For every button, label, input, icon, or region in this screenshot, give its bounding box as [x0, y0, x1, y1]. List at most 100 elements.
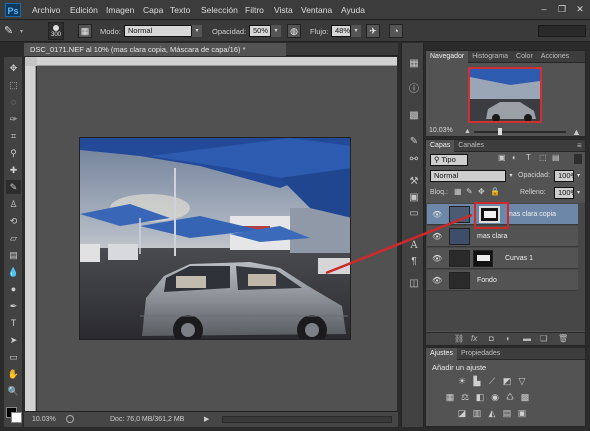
- layer-name[interactable]: mas clara copia: [507, 211, 556, 218]
- lock-position-icon[interactable]: ✥: [478, 187, 485, 196]
- filter-smart-object-icon[interactable]: ▤: [552, 153, 560, 162]
- history-brush-tool-icon[interactable]: ⟲: [6, 214, 21, 228]
- tab-capas[interactable]: Capas: [426, 140, 455, 152]
- tool-presets-icon[interactable]: ⚒: [407, 175, 421, 189]
- horizontal-scrollbar[interactable]: [222, 416, 392, 423]
- panel-menu-icon[interactable]: ≡: [577, 141, 582, 150]
- zoom-level[interactable]: 10.03%: [32, 412, 56, 427]
- gradient-map-icon[interactable]: ▤: [501, 408, 513, 419]
- threshold-icon[interactable]: ◭: [486, 408, 498, 419]
- navigator-zoom-slider[interactable]: [474, 131, 566, 133]
- posterize-icon[interactable]: ▥: [471, 408, 483, 419]
- actions-icon[interactable]: ▣: [407, 191, 421, 205]
- photo-filter-icon[interactable]: ◉: [489, 392, 501, 403]
- delete-layer-icon[interactable]: 🗑: [558, 334, 568, 343]
- lock-all-icon[interactable]: 🔒: [490, 187, 500, 196]
- new-adjustment-icon[interactable]: ◐: [506, 334, 511, 343]
- move-tool-icon[interactable]: ✥: [6, 61, 21, 75]
- airbrush-icon[interactable]: ✈: [366, 24, 380, 38]
- brush-preset-icon[interactable]: ✎: [4, 24, 18, 38]
- chevron-down-icon[interactable]: ▾: [351, 25, 361, 37]
- color-balance-icon[interactable]: ⚖: [459, 392, 471, 403]
- pressure-size-icon[interactable]: ◔: [389, 24, 403, 38]
- vibrance-icon[interactable]: ▽: [516, 376, 528, 387]
- filter-type-icon[interactable]: T: [526, 153, 531, 162]
- brush-presets-icon[interactable]: ✎: [407, 135, 421, 149]
- opacity-input[interactable]: 50%: [249, 25, 271, 37]
- flow-input[interactable]: 48%: [331, 25, 351, 37]
- crop-tool-icon[interactable]: ⌗: [6, 129, 21, 143]
- brush-size-picker[interactable]: 300: [48, 22, 64, 40]
- mode-select[interactable]: Normal: [124, 25, 192, 37]
- link-layers-icon[interactable]: ⛓: [454, 334, 464, 343]
- filter-toggle[interactable]: [574, 154, 582, 164]
- hue-saturation-icon[interactable]: ▦: [444, 392, 456, 403]
- zoom-out-icon[interactable]: ▲: [464, 128, 471, 135]
- document-image[interactable]: [79, 137, 351, 340]
- play-icon[interactable]: ▶: [204, 412, 209, 427]
- menu-filtro[interactable]: Filtro: [245, 5, 264, 15]
- layer-name[interactable]: Curvas 1: [505, 255, 533, 262]
- menu-texto[interactable]: Texto: [170, 5, 190, 15]
- eyedropper-tool-icon[interactable]: ⚲: [6, 146, 21, 160]
- menu-vista[interactable]: Vista: [274, 5, 293, 15]
- menu-capa[interactable]: Capa: [143, 5, 163, 15]
- restore-icon[interactable]: ❐: [556, 3, 568, 15]
- menu-seleccion[interactable]: Selección: [201, 5, 238, 15]
- chevron-down-icon[interactable]: ▾: [20, 28, 23, 35]
- chevron-down-icon[interactable]: ▾: [271, 25, 281, 37]
- invert-icon[interactable]: ◪: [456, 408, 468, 419]
- filter-shape-icon[interactable]: ⬚: [539, 153, 547, 162]
- lock-image-icon[interactable]: ✎: [466, 187, 473, 196]
- tab-ajustes[interactable]: Ajustes: [426, 348, 457, 360]
- healing-brush-tool-icon[interactable]: ✚: [6, 163, 21, 177]
- chevron-down-icon[interactable]: ▾: [574, 170, 583, 182]
- menu-imagen[interactable]: Imagen: [106, 5, 134, 15]
- workspace-switcher[interactable]: [538, 25, 586, 37]
- eraser-tool-icon[interactable]: ▱: [6, 231, 21, 245]
- pen-tool-icon[interactable]: ✒: [6, 299, 21, 313]
- blend-mode-select[interactable]: Normal: [430, 170, 506, 182]
- chevron-down-icon[interactable]: ▾: [192, 25, 202, 37]
- exposure-icon[interactable]: ◩: [501, 376, 513, 387]
- filter-pixel-icon[interactable]: ▣: [498, 153, 506, 162]
- path-selection-tool-icon[interactable]: ➤: [6, 333, 21, 347]
- vertical-ruler[interactable]: [25, 66, 36, 411]
- gradient-tool-icon[interactable]: ▤: [6, 248, 21, 262]
- lasso-tool-icon[interactable]: ◌: [6, 95, 21, 109]
- filter-adjustment-icon[interactable]: ◐: [512, 153, 517, 162]
- lock-transparent-icon[interactable]: ▦: [454, 187, 462, 196]
- chevron-down-icon[interactable]: ▾: [506, 170, 516, 182]
- new-layer-icon[interactable]: ❏: [540, 334, 547, 343]
- layer-style-icon[interactable]: fx: [471, 334, 477, 343]
- selective-color-icon[interactable]: ▣: [516, 408, 528, 419]
- quick-selection-tool-icon[interactable]: ✑: [6, 112, 21, 126]
- brush-panel-icon[interactable]: ▦: [78, 24, 92, 38]
- new-group-icon[interactable]: ▬: [523, 334, 531, 343]
- menu-ventana[interactable]: Ventana: [301, 5, 332, 15]
- black-white-icon[interactable]: ◧: [474, 392, 486, 403]
- tab-propiedades[interactable]: Propiedades: [457, 348, 504, 360]
- brightness-contrast-icon[interactable]: ☀: [456, 376, 468, 387]
- channel-mixer-icon[interactable]: ♺: [504, 392, 516, 403]
- tab-acciones[interactable]: Acciones: [537, 51, 573, 63]
- shape-tool-icon[interactable]: ▭: [6, 350, 21, 364]
- document-tab[interactable]: DSC_0171.NEF al 10% (mas clara copia, Má…: [24, 43, 286, 56]
- swatches-panel-icon[interactable]: ▩: [407, 109, 421, 123]
- history-panel-icon[interactable]: ▦: [407, 57, 421, 71]
- zoom-tool-icon[interactable]: 🔍: [6, 384, 21, 398]
- pressure-opacity-icon[interactable]: ◍: [287, 24, 301, 38]
- navigator-zoom-handle[interactable]: [498, 128, 502, 135]
- color-lookup-icon[interactable]: ▩: [519, 392, 531, 403]
- menu-ayuda[interactable]: Ayuda: [341, 5, 365, 15]
- clone-stamp-tool-icon[interactable]: ♙: [6, 197, 21, 211]
- hand-tool-icon[interactable]: ✋: [6, 367, 21, 381]
- tab-histograma[interactable]: Histograma: [468, 51, 512, 63]
- marquee-tool-icon[interactable]: ⬚: [6, 78, 21, 92]
- layer-opacity-input[interactable]: 100%: [554, 170, 577, 182]
- navigator-preview[interactable]: [468, 67, 542, 123]
- curves-icon[interactable]: ⟋: [486, 376, 498, 387]
- blur-tool-icon[interactable]: 💧: [6, 265, 21, 279]
- layer-name[interactable]: mas clara: [477, 233, 507, 240]
- clone-source-icon[interactable]: ⚯: [407, 153, 421, 167]
